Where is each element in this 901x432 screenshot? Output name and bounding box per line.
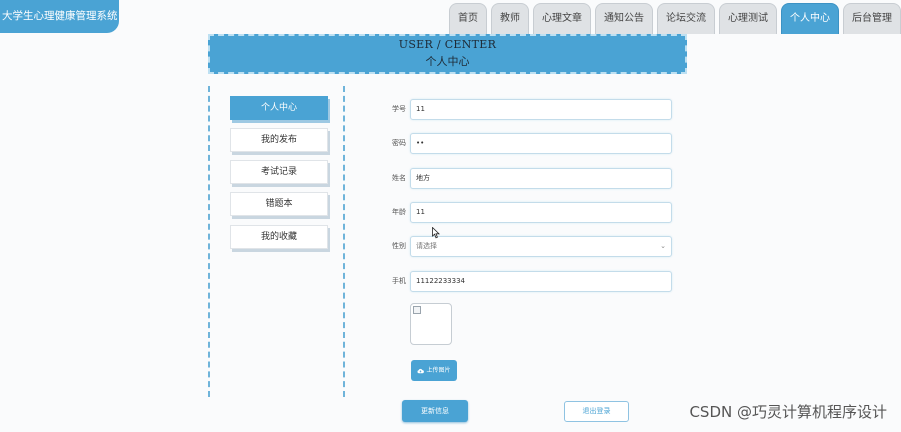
sidebar-item-user-center[interactable]: 个人中心: [230, 96, 328, 120]
student-id-label: 学号: [392, 105, 406, 113]
student-id-input[interactable]: 11: [410, 98, 672, 120]
form-row-student-id: 学号 11: [380, 98, 672, 120]
gender-label: 性别: [392, 242, 406, 250]
name-input[interactable]: 地方: [410, 167, 672, 189]
banner-title-zh: 个人中心: [425, 55, 470, 68]
form-row-name: 姓名 地方: [380, 167, 672, 189]
nav-teacher[interactable]: 教师: [491, 3, 529, 34]
sidebar-item-favorites[interactable]: 我的收藏: [230, 225, 328, 249]
sidebar-item-my-posts[interactable]: 我的发布: [230, 128, 328, 152]
logout-button[interactable]: 退出登录: [564, 401, 629, 422]
nav-articles[interactable]: 心理文章: [533, 3, 591, 34]
phone-label: 手机: [392, 277, 406, 285]
gender-select-placeholder: 请选择: [416, 241, 437, 250]
age-input[interactable]: 11: [410, 201, 672, 223]
form-row-phone: 手机 11122233334: [380, 270, 672, 292]
sidebar-item-wrong-answers[interactable]: 错题本: [230, 192, 328, 216]
age-label: 年龄: [392, 208, 406, 216]
page-banner: USER / CENTER 个人中心: [208, 34, 687, 74]
banner-title-en: USER / CENTER: [398, 38, 497, 51]
gender-select[interactable]: 请选择 ⌄: [410, 235, 672, 257]
mouse-cursor-icon: [432, 227, 440, 239]
update-info-button[interactable]: 更新信息: [402, 400, 468, 422]
watermark: CSDN @巧灵计算机程序设计: [689, 403, 887, 421]
nav-admin[interactable]: 后台管理: [843, 3, 901, 34]
avatar-image: [410, 303, 452, 345]
nav-notices[interactable]: 通知公告: [595, 3, 653, 34]
app-title: 大学生心理健康管理系统: [0, 0, 119, 33]
broken-image-icon: [413, 306, 421, 314]
name-label: 姓名: [392, 174, 406, 182]
nav-tests[interactable]: 心理测试: [719, 3, 777, 34]
form-row-age: 年龄 11: [380, 201, 672, 223]
phone-input[interactable]: 11122233334: [410, 270, 672, 292]
chevron-down-icon: ⌄: [660, 241, 666, 250]
form-row-gender: 性别 请选择 ⌄: [380, 235, 672, 257]
form-row-password: 密码 ••: [380, 132, 672, 154]
cloud-upload-icon: [417, 368, 425, 373]
sidebar: 个人中心 我的发布 考试记录 错题本 我的收藏: [208, 86, 345, 397]
sidebar-item-exam-records[interactable]: 考试记录: [230, 160, 328, 184]
nav-user-center[interactable]: 个人中心: [781, 3, 839, 34]
upload-image-label: 上传图片: [426, 367, 451, 374]
top-nav: 首页 教师 心理文章 通知公告 论坛交流 心理测试 个人中心 后台管理: [449, 3, 901, 34]
nav-forum[interactable]: 论坛交流: [657, 3, 715, 34]
password-label: 密码: [392, 139, 406, 147]
password-input[interactable]: ••: [410, 132, 672, 154]
nav-home[interactable]: 首页: [449, 3, 487, 34]
upload-image-button[interactable]: 上传图片: [411, 360, 457, 381]
